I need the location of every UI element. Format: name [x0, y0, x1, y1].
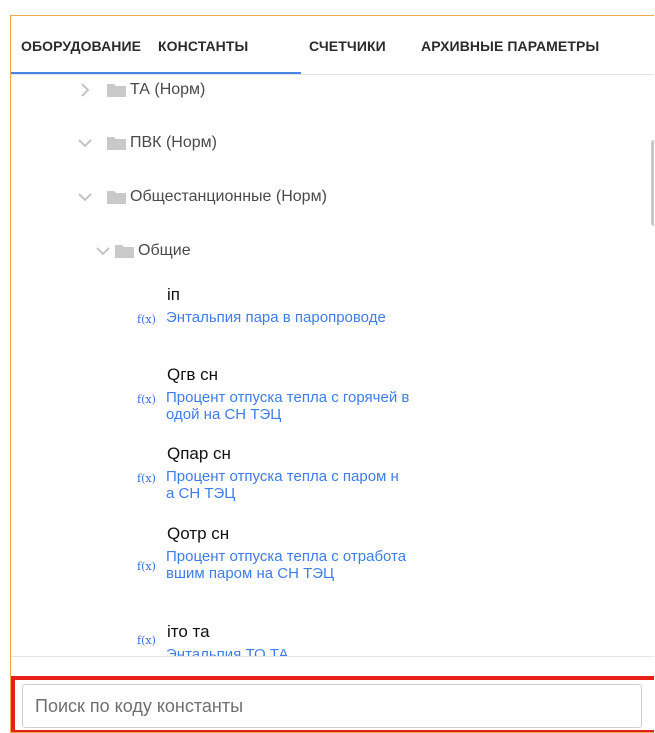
active-tab-indicator	[11, 72, 301, 74]
function-icon: f(x)	[137, 560, 156, 573]
chevron-down-icon[interactable]	[77, 135, 93, 151]
constant-description[interactable]: Процент отпуска тепла с отработавшим пар…	[166, 548, 411, 582]
constant-description[interactable]: Процент отпуска тепла с горячей водой на…	[166, 389, 411, 423]
function-icon: f(x)	[137, 313, 156, 326]
function-icon: f(x)	[137, 393, 156, 406]
tree-scrollbar-thumb[interactable]	[651, 140, 654, 226]
constant-item[interactable]: f(x) Qотр сн Процент отпуска тепла с отр…	[137, 524, 437, 606]
constant-code: iто та	[167, 622, 210, 641]
tab-counters[interactable]: СЧЕТЧИКИ	[309, 38, 386, 54]
tree-node-label: Общие	[138, 242, 191, 259]
function-icon: f(x)	[137, 634, 156, 647]
folder-icon	[115, 244, 134, 258]
tree-node-general[interactable]: Общие	[95, 236, 191, 266]
tab-bar: ОБОРУДОВАНИЕ КОНСТАНТЫ СЧЕТЧИКИ АРХИВНЫЕ…	[11, 16, 654, 75]
folder-icon	[107, 136, 126, 150]
chevron-down-icon[interactable]	[77, 189, 93, 205]
divider	[11, 656, 654, 657]
folder-icon	[107, 83, 126, 97]
tree-node-label: ПВК (Норм)	[130, 134, 217, 151]
tree-node-pvk[interactable]: ПВК (Норм)	[77, 128, 217, 158]
constant-code: Qгв сн	[167, 365, 219, 384]
tree-node-station-wide[interactable]: Общестанционные (Норм)	[77, 182, 327, 212]
constant-search-input[interactable]	[22, 684, 642, 728]
tree-node-ta[interactable]: ТА (Норм)	[77, 75, 205, 105]
tree-node-label: ТА (Норм)	[130, 81, 206, 98]
search-highlight-box	[11, 676, 654, 732]
chevron-down-icon[interactable]	[95, 243, 111, 259]
chevron-right-icon[interactable]	[77, 82, 93, 98]
constant-description[interactable]: Энтальпия пара в паропроводе	[166, 309, 416, 326]
folder-icon	[107, 190, 126, 204]
constants-panel: ОБОРУДОВАНИЕ КОНСТАНТЫ СЧЕТЧИКИ АРХИВНЫЕ…	[10, 15, 654, 733]
function-icon: f(x)	[137, 472, 156, 485]
constant-item[interactable]: f(x) iп Энтальпия пара в паропроводе	[137, 285, 437, 349]
constants-tree: ТА (Норм) ПВК (Норм) Общестанционные (Но…	[11, 75, 641, 657]
constant-item[interactable]: f(x) Qпар сн Процент отпуска тепла с пар…	[137, 444, 437, 508]
constant-code: Qпар сн	[167, 444, 231, 463]
tab-equipment[interactable]: ОБОРУДОВАНИЕ	[21, 38, 141, 54]
tree-node-label: Общестанционные (Норм)	[130, 188, 327, 205]
constant-item[interactable]: f(x) iто та Энтальпия ТО ТА	[137, 622, 437, 657]
constant-item[interactable]: f(x) Qгв сн Процент отпуска тепла с горя…	[137, 365, 437, 429]
tab-archive-parameters[interactable]: АРХИВНЫЕ ПАРАМЕТРЫ	[421, 38, 599, 54]
constant-code: iп	[167, 285, 180, 304]
constant-description[interactable]: Процент отпуска тепла с паром на СН ТЭЦ	[166, 468, 401, 502]
constant-code: Qотр сн	[167, 524, 230, 543]
tab-constants[interactable]: КОНСТАНТЫ	[158, 38, 248, 54]
